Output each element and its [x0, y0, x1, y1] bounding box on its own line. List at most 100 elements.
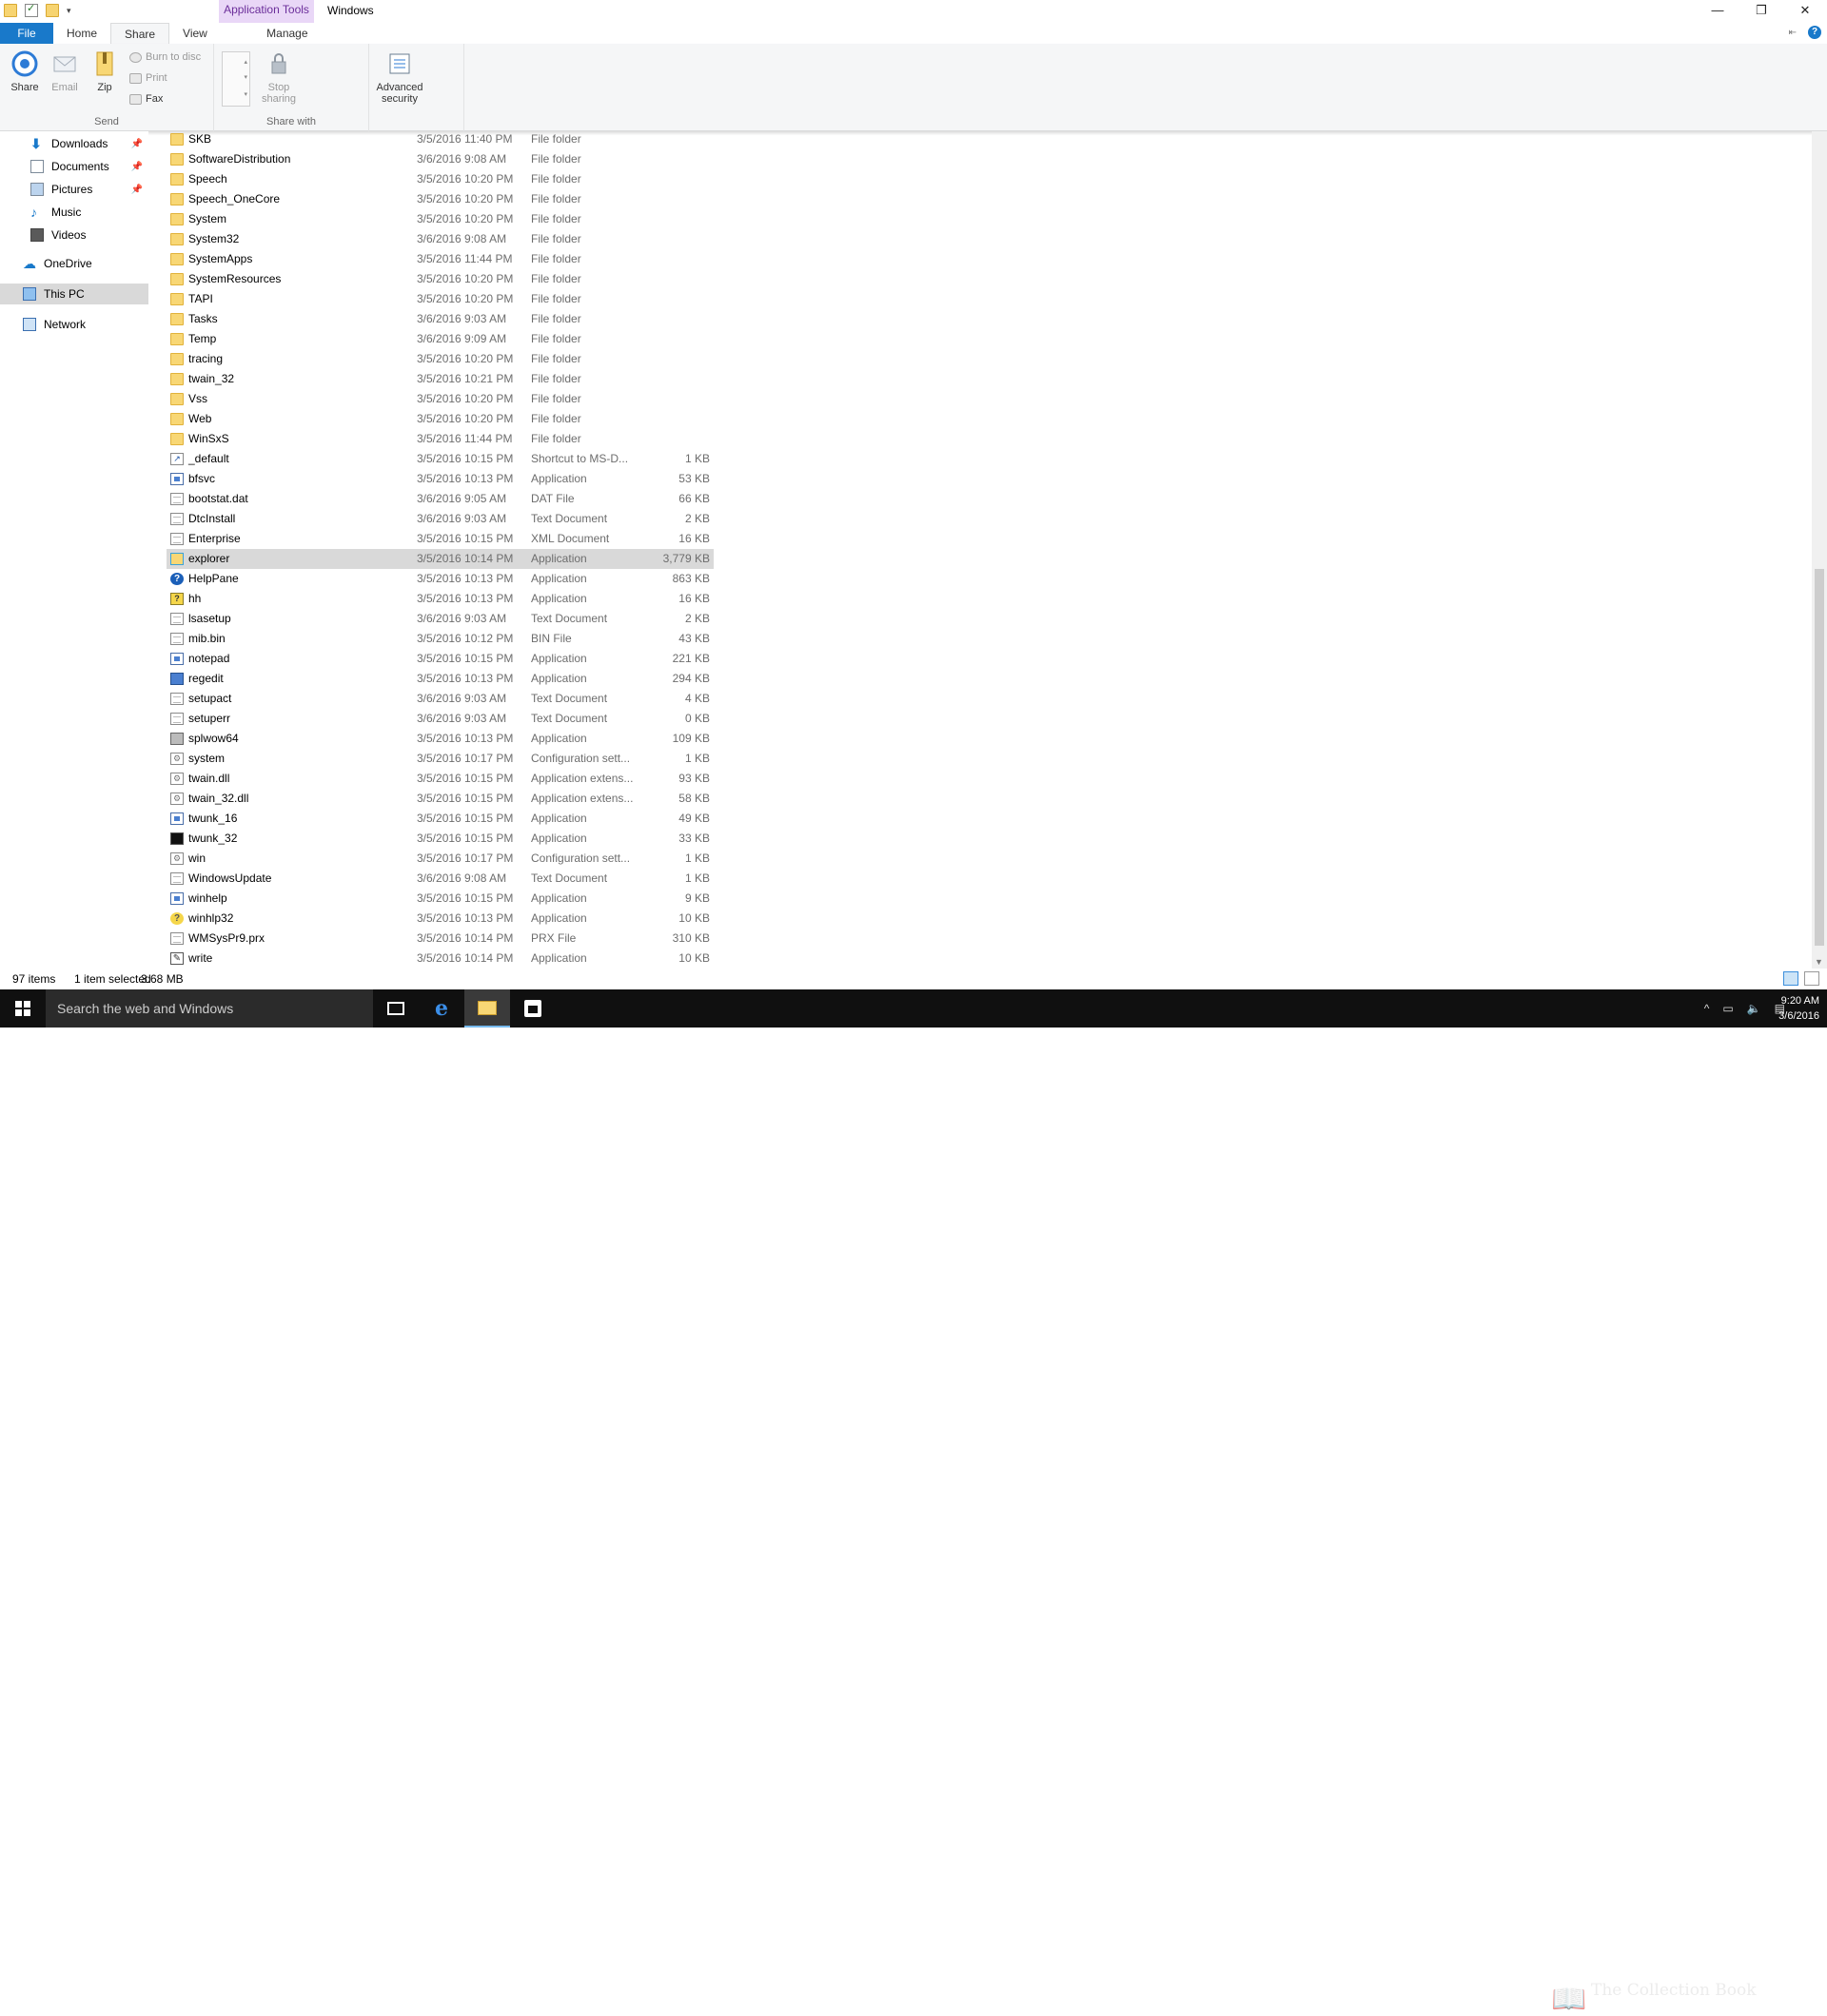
- file-row[interactable]: Tasks 3/6/2016 9:03 AM File folder: [167, 309, 714, 329]
- file-row[interactable]: WinSxS 3/5/2016 11:44 PM File folder: [167, 429, 714, 449]
- tab-view[interactable]: View: [169, 23, 221, 44]
- file-date-modified: 3/5/2016 10:15 PM: [417, 772, 514, 785]
- burn-to-disc-button[interactable]: Burn to disc: [129, 51, 201, 63]
- file-row[interactable]: System 3/5/2016 10:20 PM File folder: [167, 209, 714, 229]
- details-view-icon[interactable]: [1783, 971, 1798, 986]
- file-row[interactable]: regedit 3/5/2016 10:13 PM Application 294 K…: [167, 669, 714, 689]
- gallery-more-icon[interactable]: ▾: [244, 90, 247, 98]
- file-row[interactable]: system 3/5/2016 10:17 PM Configuration set…: [167, 749, 714, 769]
- nav-item-onedrive[interactable]: ☁ OneDrive: [0, 253, 148, 274]
- file-row[interactable]: bfsvc 3/5/2016 10:13 PM Application 53 KB: [167, 469, 714, 489]
- task-view-button[interactable]: [373, 989, 419, 1028]
- tab-home[interactable]: Home: [53, 23, 110, 44]
- nav-item-network[interactable]: Network: [0, 314, 148, 335]
- file-row[interactable]: Web 3/5/2016 10:20 PM File folder: [167, 409, 714, 429]
- file-row[interactable]: ? winhlp32 3/5/2016 10:13 PM Application 10 …: [167, 909, 714, 929]
- file-explorer-button[interactable]: [464, 989, 510, 1028]
- volume-icon[interactable]: 🔈: [1747, 1002, 1761, 1015]
- folder-icon: [170, 413, 184, 425]
- file-row[interactable]: winhelp 3/5/2016 10:15 PM Application 9 KB: [167, 889, 714, 909]
- file-row[interactable]: Temp 3/6/2016 9:09 AM File folder: [167, 329, 714, 349]
- file-row[interactable]: lsasetup 3/6/2016 9:03 AM Text Document 2 K…: [167, 609, 714, 629]
- file-size: 10 KB: [678, 911, 710, 925]
- scrollbar-thumb[interactable]: [1815, 569, 1824, 946]
- taskbar-clock[interactable]: 9:20 AM 3/6/2016: [1778, 993, 1819, 1024]
- file-row[interactable]: System32 3/6/2016 9:08 AM File folder: [167, 229, 714, 249]
- file-row[interactable]: SystemApps 3/5/2016 11:44 PM File folder: [167, 249, 714, 269]
- scroll-down-icon[interactable]: ▼: [1815, 957, 1823, 967]
- file-row[interactable]: TAPI 3/5/2016 10:20 PM File folder: [167, 289, 714, 309]
- close-button[interactable]: ✕: [1783, 0, 1827, 23]
- file-row[interactable]: SoftwareDistribution 3/6/2016 9:08 AM File…: [167, 149, 714, 169]
- show-hidden-icons-icon[interactable]: ^: [1704, 1002, 1710, 1015]
- pin-icon[interactable]: 📌: [131, 185, 143, 195]
- restore-button[interactable]: ❐: [1739, 0, 1783, 23]
- file-row[interactable]: twain_32 3/5/2016 10:21 PM File folder: [167, 369, 714, 389]
- gallery-up-icon[interactable]: ▴: [244, 58, 247, 66]
- file-row[interactable]: Vss 3/5/2016 10:20 PM File folder: [167, 389, 714, 409]
- properties-icon[interactable]: [25, 2, 38, 17]
- tab-manage[interactable]: Manage: [239, 23, 335, 44]
- vertical-scrollbar[interactable]: ▼: [1812, 131, 1827, 969]
- file-row[interactable]: twunk_16 3/5/2016 10:15 PM Application 49 K…: [167, 809, 714, 829]
- file-row[interactable]: write 3/5/2016 10:14 PM Application 10 KB: [167, 949, 714, 969]
- large-icons-view-icon[interactable]: [1804, 971, 1819, 986]
- advanced-security-button[interactable]: Advanced security: [362, 49, 438, 105]
- file-row[interactable]: notepad 3/5/2016 10:15 PM Application 221 K…: [167, 649, 714, 669]
- print-button[interactable]: Print: [129, 72, 167, 84]
- stop-sharing-button[interactable]: Stop sharing: [260, 49, 298, 105]
- store-button[interactable]: [510, 989, 556, 1028]
- file-row[interactable]: ? HelpPane 3/5/2016 10:13 PM Application 863…: [167, 569, 714, 589]
- customize-qat-icon[interactable]: ▾: [67, 6, 71, 16]
- tab-share[interactable]: Share: [110, 23, 170, 44]
- file-row[interactable]: Enterprise 3/5/2016 10:15 PM XML Document 1…: [167, 529, 714, 549]
- file-row[interactable]: SKB 3/5/2016 11:40 PM File folder: [167, 129, 714, 149]
- email-button[interactable]: Email: [46, 49, 84, 93]
- edge-button[interactable]: e: [419, 989, 464, 1028]
- file-row[interactable]: _default 3/5/2016 10:15 PM Shortcut to MS-…: [167, 449, 714, 469]
- file-row[interactable]: twain_32.dll 3/5/2016 10:15 PM Application…: [167, 789, 714, 809]
- file-row[interactable]: mib.bin 3/5/2016 10:12 PM BIN File 43 KB: [167, 629, 714, 649]
- file-row[interactable]: ? hh 3/5/2016 10:13 PM Application 16 KB: [167, 589, 714, 609]
- file-row[interactable]: win 3/5/2016 10:17 PM Configuration sett..…: [167, 849, 714, 869]
- folder-icon[interactable]: [4, 4, 17, 17]
- expand-ribbon-icon[interactable]: ⇤: [1789, 28, 1797, 38]
- file-row[interactable]: WMSysPr9.prx 3/5/2016 10:14 PM PRX File 310…: [167, 929, 714, 949]
- nav-item-videos[interactable]: Videos: [0, 225, 148, 245]
- fax-button[interactable]: Fax: [129, 93, 163, 105]
- file-date-modified: 3/5/2016 10:21 PM: [417, 372, 514, 385]
- tab-file[interactable]: File: [0, 23, 53, 44]
- file-row[interactable]: DtcInstall 3/6/2016 9:03 AM Text Document 2…: [167, 509, 714, 529]
- help-icon[interactable]: ?: [1808, 26, 1821, 39]
- pin-icon[interactable]: 📌: [131, 139, 143, 149]
- file-row[interactable]: WindowsUpdate 3/6/2016 9:08 AM Text Docume…: [167, 869, 714, 889]
- file-row[interactable]: explorer 3/5/2016 10:14 PM Application 3,77…: [167, 549, 714, 569]
- pin-icon[interactable]: 📌: [131, 162, 143, 172]
- nav-item-this-pc[interactable]: This PC: [0, 284, 148, 304]
- taskbar-search-box[interactable]: Search the web and Windows: [46, 989, 373, 1028]
- file-row[interactable]: twunk_32 3/5/2016 10:15 PM Application 33 K…: [167, 829, 714, 849]
- file-size: 53 KB: [678, 472, 710, 485]
- file-row[interactable]: setuperr 3/6/2016 9:03 AM Text Document 0 K…: [167, 709, 714, 729]
- file-row[interactable]: tracing 3/5/2016 10:20 PM File folder: [167, 349, 714, 369]
- nav-item-downloads[interactable]: ⬇ Downloads 📌: [0, 133, 148, 154]
- share-button[interactable]: Share: [6, 49, 44, 93]
- file-row[interactable]: Speech_OneCore 3/5/2016 10:20 PM File fold…: [167, 189, 714, 209]
- file-type: BIN File: [531, 632, 572, 645]
- nav-item-documents[interactable]: Documents 📌: [0, 156, 148, 177]
- zip-button[interactable]: Zip: [86, 49, 124, 93]
- network-tray-icon[interactable]: ▭: [1722, 1002, 1733, 1015]
- start-button[interactable]: [0, 989, 46, 1028]
- minimize-button[interactable]: —: [1696, 0, 1739, 23]
- share-with-gallery[interactable]: ▴ ▾ ▾: [222, 51, 250, 107]
- file-row[interactable]: Speech 3/5/2016 10:20 PM File folder: [167, 169, 714, 189]
- file-row[interactable]: bootstat.dat 3/6/2016 9:05 AM DAT File 66 K…: [167, 489, 714, 509]
- file-row[interactable]: setupact 3/6/2016 9:03 AM Text Document 4 K…: [167, 689, 714, 709]
- new-folder-icon[interactable]: [46, 4, 59, 17]
- file-row[interactable]: SystemResources 3/5/2016 10:20 PM File fol…: [167, 269, 714, 289]
- gallery-down-icon[interactable]: ▾: [244, 73, 247, 81]
- file-row[interactable]: splwow64 3/5/2016 10:13 PM Application 109 …: [167, 729, 714, 749]
- nav-item-music[interactable]: ♪ Music: [0, 202, 148, 223]
- file-row[interactable]: twain.dll 3/5/2016 10:15 PM Application ex…: [167, 769, 714, 789]
- nav-item-pictures[interactable]: Pictures 📌: [0, 179, 148, 200]
